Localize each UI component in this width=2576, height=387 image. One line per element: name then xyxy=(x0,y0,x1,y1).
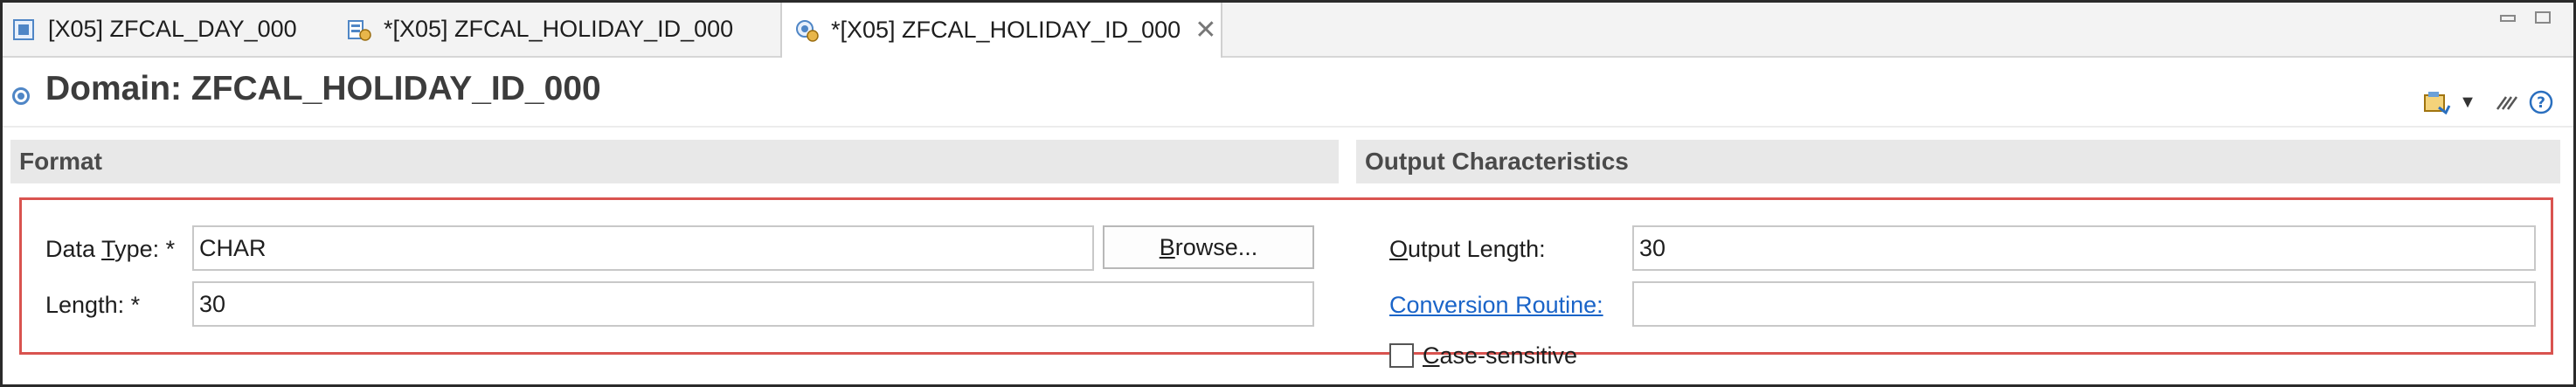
length-input[interactable] xyxy=(192,281,1314,327)
domain-icon xyxy=(12,87,30,105)
svg-text:?: ? xyxy=(2537,94,2545,112)
page-title: Domain: ZFCAL_HOLIDAY_ID_000 xyxy=(45,70,601,107)
close-icon[interactable]: ✕ xyxy=(1195,17,1216,44)
case-sensitive-checkbox[interactable] xyxy=(1389,343,1414,368)
activate-icon[interactable] xyxy=(2422,89,2452,115)
tab-zfcal-holiday-id-domain[interactable]: *[X05] ZFCAL_HOLIDAY_ID_000 ✕ xyxy=(780,3,1222,58)
data-element-icon xyxy=(347,17,371,42)
data-type-input[interactable] xyxy=(192,225,1094,271)
domain-icon xyxy=(11,17,36,42)
minimize-icon[interactable] xyxy=(2500,15,2516,22)
data-type-label: Data Type: * xyxy=(45,236,176,262)
case-sensitive-label: Case-sensitive xyxy=(1423,342,1578,369)
tab-label: *[X05] ZFCAL_HOLIDAY_ID_000 xyxy=(384,16,734,42)
help-icon[interactable]: ? xyxy=(2527,89,2555,115)
editor-tab-bar: [X05] ZFCAL_DAY_000 *[X05] ZFCAL_HOLIDAY… xyxy=(3,3,2573,58)
tab-label: *[X05] ZFCAL_HOLIDAY_ID_000 xyxy=(831,17,1181,43)
conversion-routine-value[interactable] xyxy=(1639,290,2529,318)
highlight-box xyxy=(19,197,2553,355)
output-length-label: Output Length: xyxy=(1389,236,1546,262)
output-characteristics-section-header: Output Characteristics xyxy=(1356,140,2560,183)
domain-icon xyxy=(794,18,819,43)
chevron-down-icon[interactable]: ▼ xyxy=(2457,89,2478,115)
conversion-routine-link[interactable]: Conversion Routine: xyxy=(1389,292,1603,319)
tab-label: [X05] ZFCAL_DAY_000 xyxy=(48,16,297,42)
format-section-header: Format xyxy=(10,140,1339,183)
output-length-input[interactable] xyxy=(1632,225,2536,271)
conversion-routine-input[interactable] xyxy=(1632,281,2536,327)
maximize-icon[interactable] xyxy=(2535,11,2551,24)
output-length-value[interactable] xyxy=(1639,234,2529,262)
data-type-value[interactable] xyxy=(199,234,1087,262)
tab-zfcal-holiday-id-data-element[interactable]: *[X05] ZFCAL_HOLIDAY_ID_000 xyxy=(347,3,733,56)
pin-icon[interactable] xyxy=(2492,89,2522,115)
length-value[interactable] xyxy=(199,290,1307,318)
browse-button[interactable]: Browse... xyxy=(1103,225,1314,269)
tab-zfcal-day[interactable]: [X05] ZFCAL_DAY_000 xyxy=(11,3,297,56)
length-label: Length: * xyxy=(45,292,141,318)
header-separator xyxy=(3,126,2573,128)
